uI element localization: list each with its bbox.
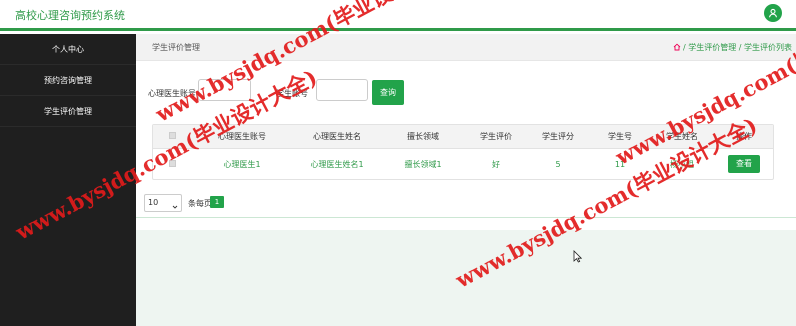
col-header[interactable]: 学生评价 bbox=[465, 131, 527, 142]
per-page-label: 条每页 bbox=[188, 199, 212, 208]
student-account-label: 学生账号 bbox=[276, 89, 308, 98]
app-title: 高校心理咨询预约系统 bbox=[15, 9, 125, 22]
view-button[interactable]: 查看 bbox=[728, 155, 760, 173]
cell-student-name: 杨小姐 bbox=[670, 159, 694, 169]
breadcrumb-trail[interactable]: / 学生评价管理 / 学生评价列表 bbox=[683, 43, 792, 52]
pagination: 10 条每页 1 bbox=[144, 192, 796, 214]
top-bar: 高校心理咨询预约系统 bbox=[0, 0, 796, 31]
sidebar: 个人中心 预约咨询管理 学生评价管理 bbox=[0, 34, 136, 326]
content-background bbox=[136, 230, 796, 326]
search-button[interactable]: 查询 bbox=[372, 80, 404, 105]
user-avatar-icon[interactable] bbox=[764, 4, 782, 22]
doctor-account-label: 心理医生账号 bbox=[148, 89, 196, 98]
select-all-checkbox[interactable] bbox=[168, 132, 176, 139]
breadcrumb: / 学生评价管理 / 学生评价列表 bbox=[673, 42, 792, 53]
table-row: 心理医生1 心理医生姓名1 擅长领域1 好 5 11 杨小姐 查看 bbox=[153, 149, 773, 179]
page-size-value: 10 bbox=[148, 198, 159, 207]
divider bbox=[136, 217, 796, 218]
col-header[interactable]: 擅长领域 bbox=[381, 131, 465, 142]
row-checkbox[interactable] bbox=[168, 159, 176, 167]
cell-evaluation: 好 bbox=[492, 159, 500, 169]
cell-score: 5 bbox=[555, 159, 561, 169]
col-header[interactable]: 学生号 bbox=[589, 131, 651, 142]
col-header[interactable]: 心理医生姓名 bbox=[293, 131, 381, 142]
breadcrumb-bar: 学生评价管理 / 学生评价管理 / 学生评价列表 bbox=[136, 34, 796, 61]
col-header[interactable]: 心理医生账号 bbox=[191, 131, 293, 142]
cell-doctor-account: 心理医生1 bbox=[223, 159, 261, 169]
cell-doctor-name: 心理医生姓名1 bbox=[310, 159, 364, 169]
sidebar-item-appointment[interactable]: 预约咨询管理 bbox=[0, 65, 136, 96]
sidebar-item-evaluation[interactable]: 学生评价管理 bbox=[0, 96, 136, 127]
col-header[interactable]: 学生姓名 bbox=[651, 131, 713, 142]
student-account-input[interactable] bbox=[316, 79, 368, 101]
mouse-cursor-icon bbox=[573, 250, 583, 265]
page-size-select[interactable]: 10 bbox=[144, 194, 182, 212]
evaluation-table: 心理医生账号 心理医生姓名 擅长领域 学生评价 学生评分 学生号 学生姓名 操作… bbox=[152, 124, 774, 180]
cell-student-no: 11 bbox=[614, 159, 626, 169]
col-header: 操作 bbox=[736, 132, 752, 141]
main-content: 学生评价管理 / 学生评价管理 / 学生评价列表 心理医生账号 学生账号 查询 … bbox=[136, 34, 796, 326]
chevron-down-icon bbox=[172, 200, 178, 216]
cell-field: 擅长领域1 bbox=[404, 159, 442, 169]
page-title: 学生评价管理 bbox=[152, 43, 200, 52]
home-icon[interactable] bbox=[673, 43, 681, 53]
col-header[interactable]: 学生评分 bbox=[527, 131, 589, 142]
table-header: 心理医生账号 心理医生姓名 擅长领域 学生评价 学生评分 学生号 学生姓名 操作 bbox=[153, 125, 773, 149]
search-bar: 心理医生账号 学生账号 查询 bbox=[148, 78, 788, 108]
page-number-button[interactable]: 1 bbox=[210, 196, 224, 208]
doctor-account-input[interactable] bbox=[198, 79, 251, 101]
sidebar-item-personal-center[interactable]: 个人中心 bbox=[0, 34, 136, 65]
